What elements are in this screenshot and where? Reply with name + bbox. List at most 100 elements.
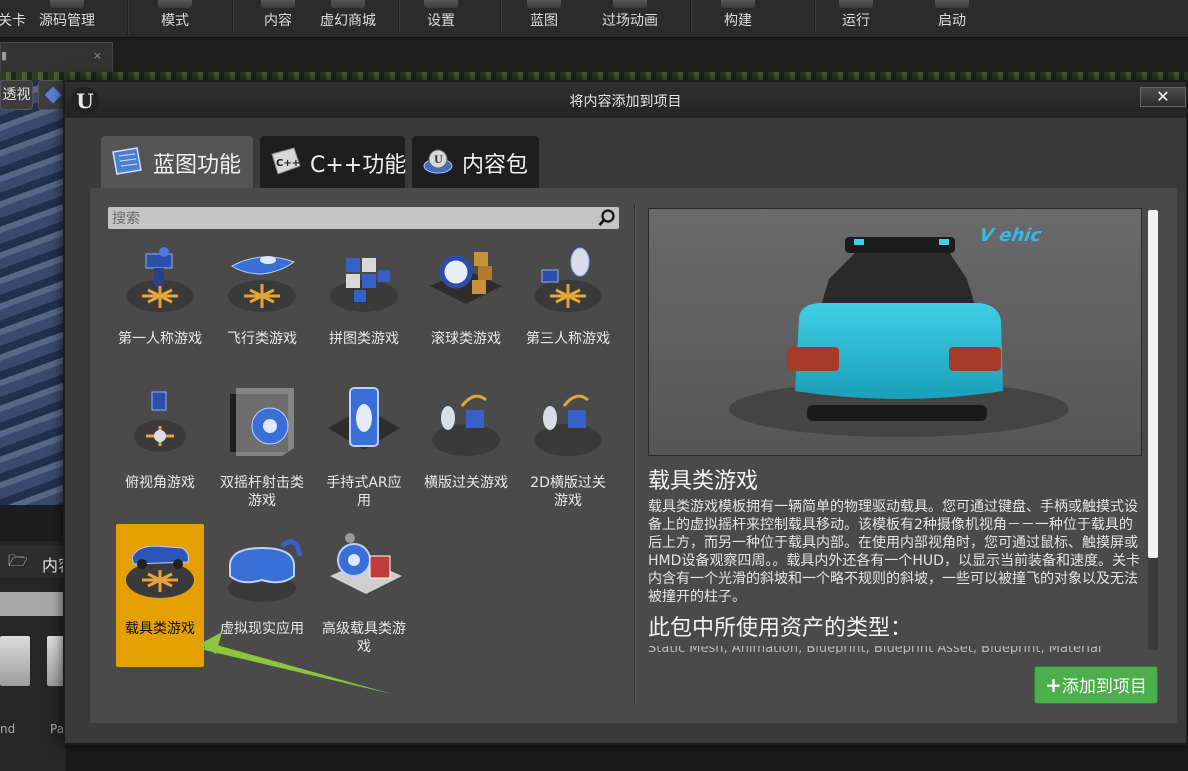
toolbar-separator — [127, 0, 129, 34]
template-flying[interactable]: 飞行类游戏 — [218, 234, 306, 377]
marketplace-icon — [331, 0, 365, 8]
toolbar-level-button[interactable]: 关卡 — [0, 0, 26, 38]
detail-description: 载具类游戏模板拥有一辆简单的物理驱动载具。您可通过键盘、手柄或触摸式设备上的虚拟… — [648, 499, 1140, 605]
template-third-person[interactable]: 第三人称游戏 — [524, 234, 612, 377]
svg-text:U: U — [434, 155, 443, 166]
toolbar-label: 虚幻商城 — [320, 13, 376, 29]
template-first-person[interactable]: 第一人称游戏 — [116, 234, 204, 377]
perspective-button[interactable]: 透视 — [0, 80, 33, 110]
template-label: 拼图类游戏 — [329, 331, 399, 347]
toolbar-label: 构建 — [724, 13, 752, 29]
toolbar-separator — [690, 0, 692, 34]
top-down-icon — [134, 391, 186, 452]
add-content-dialog: U 将内容添加到项目 ✕ 蓝图功能 C++ C++功能 U 内容包 搜索 第一人… — [63, 80, 1188, 745]
close-icon[interactable]: × — [93, 49, 102, 62]
close-button[interactable]: ✕ — [1140, 87, 1186, 107]
svg-text:V ehic: V ehic — [976, 226, 1045, 246]
template-vehicle[interactable]: 载具类游戏 — [116, 524, 204, 667]
level-viewport[interactable] — [0, 80, 66, 505]
template-handheld-ar[interactable]: 手持式AR应用 — [320, 378, 408, 521]
tab-content-packs[interactable]: U 内容包 — [412, 136, 539, 188]
toolbar-separator — [232, 0, 234, 34]
view-mode-button[interactable] — [38, 80, 66, 110]
handheld-ar-icon — [328, 387, 400, 450]
side-scroller-icon — [432, 394, 500, 456]
content-pack-icon: U — [423, 149, 453, 174]
toolbar-separator — [500, 0, 502, 34]
tab-label: C++功能 — [310, 153, 407, 178]
toolbar-play-button[interactable]: 运行 — [826, 0, 886, 38]
toolbar-separator — [814, 0, 816, 34]
template-2d-side-scroller[interactable]: 2D横版过关游戏 — [524, 378, 612, 521]
content-icon — [261, 0, 295, 8]
asset-name: nd — [0, 722, 16, 736]
toolbar-label: 内容 — [264, 13, 292, 29]
cinematics-icon — [613, 0, 647, 8]
toolbar-separator — [398, 0, 400, 34]
toolbar-modes-button[interactable]: 模式 — [142, 0, 208, 38]
toolbar-blueprints-button[interactable]: 蓝图 — [515, 0, 573, 38]
content-browser-header — [0, 505, 66, 541]
add-button-label: 添加到项目 — [1061, 677, 1147, 697]
vr-icon — [228, 539, 302, 602]
toolbar-settings-button[interactable]: 设置 — [412, 0, 470, 38]
toolbar-label: 设置 — [427, 13, 455, 29]
source-control-icon — [50, 0, 84, 8]
asset-thumbnail[interactable] — [0, 636, 30, 686]
toolbar-content-button[interactable]: 内容 — [248, 0, 308, 38]
dialog-titlebar: U 将内容添加到项目 ✕ — [65, 82, 1186, 118]
vehicle-icon — [126, 545, 194, 598]
panel-divider — [634, 205, 636, 705]
template-label: 飞行类游戏 — [227, 331, 297, 347]
folder-icon: 🗁 — [8, 551, 28, 570]
toolbar-label: 蓝图 — [530, 13, 558, 29]
tab-blueprint-features[interactable]: 蓝图功能 — [101, 136, 253, 188]
build-icon — [721, 0, 755, 8]
template-label: 双摇杆射击类游戏 — [220, 475, 304, 509]
modes-icon — [158, 0, 192, 8]
add-to-project-button[interactable]: +添加到项目 — [1034, 666, 1158, 704]
template-puzzle[interactable]: 拼图类游戏 — [320, 234, 408, 377]
rolling-icon — [430, 252, 502, 304]
template-label: 载具类游戏 — [125, 621, 195, 637]
tab-cpp-features[interactable]: C++ C++功能 — [260, 136, 407, 188]
toolbar-marketplace-button[interactable]: 虚幻商城 — [312, 0, 384, 38]
toolbar-label: 源码管理 — [39, 13, 95, 29]
template-label: 俯视角游戏 — [125, 475, 195, 491]
template-twin-stick[interactable]: 双摇杆射击类游戏 — [218, 378, 306, 521]
template-label: 2D横版过关游戏 — [530, 475, 606, 509]
search-box[interactable] — [108, 207, 619, 229]
template-label: 第一人称游戏 — [118, 331, 202, 347]
toolbar-build-button[interactable]: 构建 — [708, 0, 768, 38]
detail-scrollbar-thumb[interactable] — [1148, 210, 1158, 558]
first-person-icon — [126, 247, 194, 312]
vehicle-preview-illustration: V ehic — [649, 209, 1141, 455]
cpp-icon: C++ — [271, 147, 301, 175]
asset-types-list: Static Mesh, Animation, Blueprint, Bluep… — [648, 646, 1142, 654]
template-preview-image: V ehic — [648, 208, 1142, 456]
toolbar-label: 运行 — [842, 13, 870, 29]
content-browser-search[interactable] — [0, 592, 66, 616]
template-side-scroller[interactable]: 横版过关游戏 — [422, 378, 510, 521]
assets-heading: 此包中所使用资产的类型： — [648, 616, 913, 641]
2d-side-scroller-icon — [534, 394, 602, 456]
document-tab-strip — [0, 38, 1188, 72]
template-top-down[interactable]: 俯视角游戏 — [116, 378, 204, 521]
toolbar-cinematics-button[interactable]: 过场动画 — [592, 0, 668, 38]
doc-tab-marker: ▮ — [1, 49, 8, 62]
search-input[interactable] — [112, 207, 592, 229]
search-icon[interactable] — [598, 209, 616, 227]
toolbar-launch-button[interactable]: 启动 — [922, 0, 982, 38]
toolbar-label: 过场动画 — [602, 13, 658, 29]
play-icon — [839, 0, 873, 8]
tab-label: 蓝图功能 — [153, 153, 242, 178]
svg-text:C++: C++ — [276, 158, 300, 169]
launch-icon — [935, 0, 969, 8]
toolbar-source-control-button[interactable]: 源码管理 — [30, 0, 104, 38]
asset-name: Pa — [50, 722, 65, 736]
template-label: 第三人称游戏 — [526, 331, 610, 347]
level-document-tab[interactable]: ▮ × — [0, 42, 113, 72]
content-panel: 第一人称游戏 飞行类游戏 拼图类游戏 — [90, 188, 1177, 723]
template-label: 滚球类游戏 — [431, 331, 501, 347]
template-rolling[interactable]: 滚球类游戏 — [422, 234, 510, 377]
